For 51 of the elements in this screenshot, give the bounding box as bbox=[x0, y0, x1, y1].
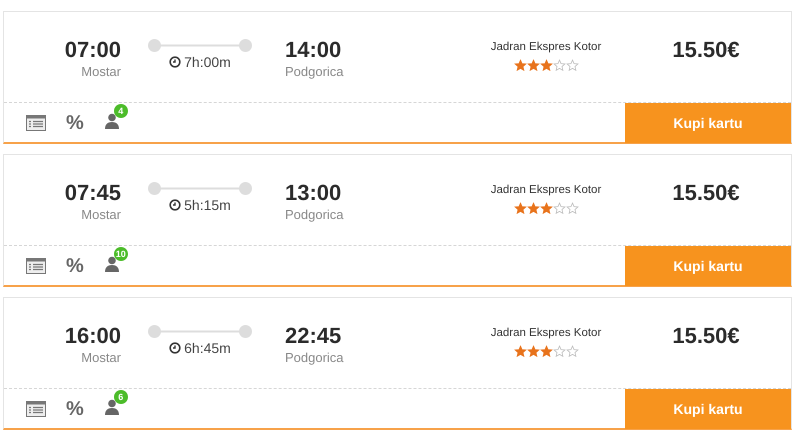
seat-count-badge: 4 bbox=[114, 104, 128, 118]
star-icon bbox=[526, 202, 540, 215]
departure-time: 07:45 bbox=[64, 180, 121, 206]
arrival-time: 13:00 bbox=[285, 180, 342, 206]
timetable-icon[interactable] bbox=[26, 401, 46, 417]
arrival-city: Podgorica bbox=[285, 206, 345, 224]
person-icon[interactable] bbox=[104, 256, 120, 272]
arrival-city: Podgorica bbox=[285, 349, 345, 367]
discount-icon[interactable]: % bbox=[66, 399, 84, 419]
person-icon[interactable] bbox=[104, 113, 120, 129]
discount-icon[interactable]: % bbox=[66, 256, 84, 276]
departure-time: 07:00 bbox=[64, 37, 121, 63]
clock-icon bbox=[169, 342, 182, 354]
person-icon[interactable] bbox=[104, 399, 120, 415]
timetable-icon[interactable] bbox=[26, 258, 46, 274]
seat-count-badge: 6 bbox=[114, 390, 128, 404]
star-icon bbox=[552, 202, 566, 215]
departure-time: 16:00 bbox=[64, 323, 121, 349]
star-icon bbox=[566, 202, 578, 215]
ticket-price: 15.50€ bbox=[671, 180, 741, 206]
star-icon bbox=[540, 202, 552, 215]
departure-city: Mostar bbox=[80, 63, 121, 81]
clock-icon bbox=[169, 199, 182, 211]
trip-duration: 7h:00m bbox=[184, 54, 231, 70]
operator-name: Jadran Ekspres Kotor bbox=[490, 326, 602, 341]
star-icon bbox=[566, 345, 578, 358]
trip-duration: 6h:45m bbox=[184, 340, 231, 356]
operator-name: Jadran Ekspres Kotor bbox=[490, 40, 602, 55]
star-icon bbox=[540, 345, 552, 358]
seat-count-badge: 10 bbox=[114, 247, 128, 261]
star-icon bbox=[566, 59, 578, 72]
star-icon bbox=[526, 59, 540, 72]
operator-name: Jadran Ekspres Kotor bbox=[490, 183, 602, 198]
clock-icon bbox=[169, 56, 182, 68]
star-icon bbox=[540, 59, 552, 72]
discount-icon[interactable]: % bbox=[66, 113, 84, 133]
ticket-price: 15.50€ bbox=[671, 323, 741, 349]
timetable-icon[interactable] bbox=[26, 115, 46, 131]
arrival-city: Podgorica bbox=[285, 63, 345, 81]
star-icon bbox=[514, 59, 526, 72]
departure-city: Mostar bbox=[80, 349, 121, 367]
star-icon bbox=[552, 345, 566, 358]
star-icon bbox=[552, 59, 566, 72]
departure-city: Mostar bbox=[80, 206, 121, 224]
trip-duration: 5h:15m bbox=[184, 197, 231, 213]
star-icon bbox=[514, 202, 526, 215]
star-icon bbox=[514, 345, 526, 358]
arrival-time: 14:00 bbox=[285, 37, 342, 63]
star-icon bbox=[526, 345, 540, 358]
arrival-time: 22:45 bbox=[285, 323, 342, 349]
ticket-price: 15.50€ bbox=[671, 37, 741, 63]
